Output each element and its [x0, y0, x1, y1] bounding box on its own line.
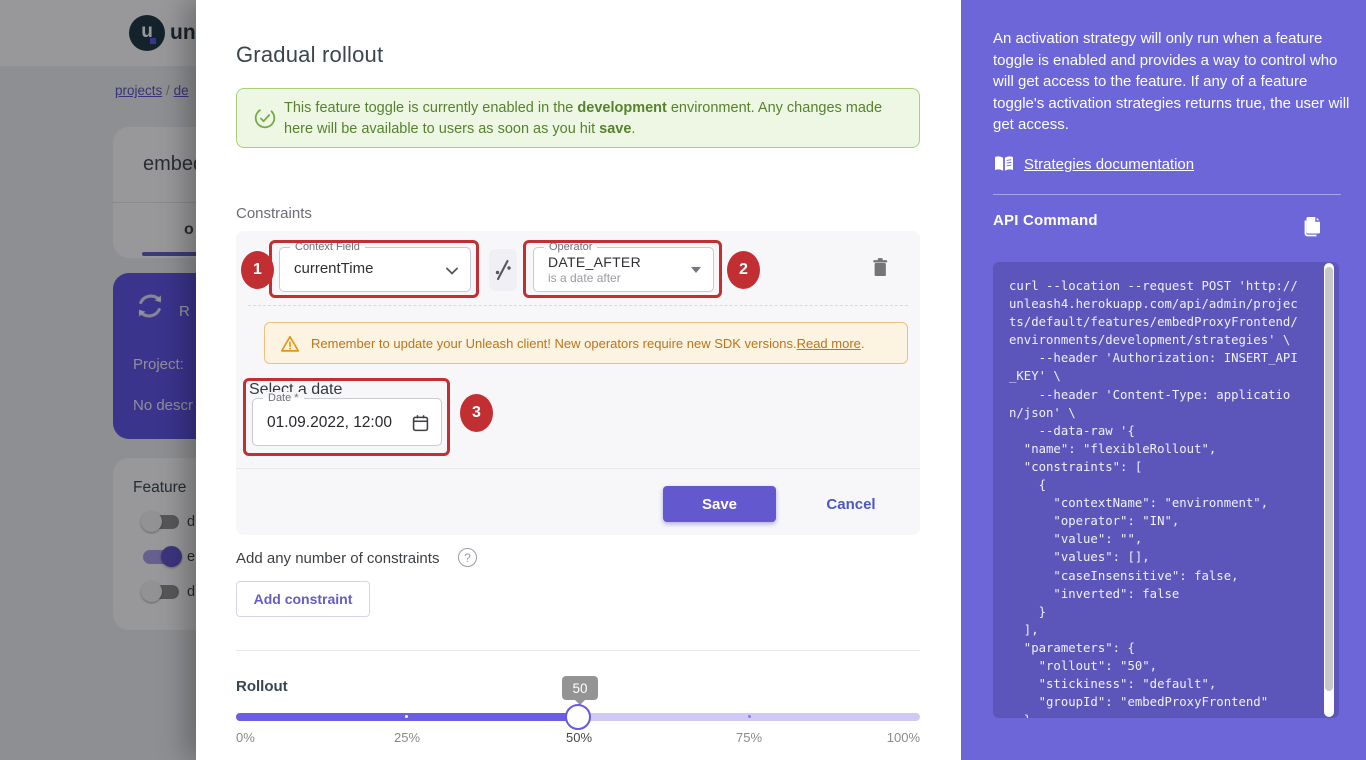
panel-divider: [993, 194, 1341, 195]
context-field-label: Context Field: [290, 241, 365, 253]
add-constraints-hint: Add any number of constraints: [236, 550, 439, 567]
operator-label: Operator: [544, 241, 597, 253]
strategy-description: An activation strategy will only run whe…: [993, 28, 1351, 136]
copy-api-command-button[interactable]: [1301, 214, 1323, 243]
read-more-link[interactable]: Read more: [797, 336, 861, 351]
operator-select[interactable]: Operator DATE_AFTER is a date after: [533, 247, 714, 292]
rollout-slider-thumb[interactable]: [565, 704, 591, 730]
api-command-heading: API Command: [993, 212, 1098, 229]
strategy-help-panel: An activation strategy will only run whe…: [961, 0, 1366, 760]
rollout-divider: [236, 650, 920, 651]
check-circle-icon: [253, 106, 277, 130]
operator-value: DATE_AFTER: [548, 254, 641, 270]
screen: un projects / de embed o R Project: No d…: [0, 0, 1366, 760]
context-field-value: currentTime: [294, 260, 373, 277]
strategy-editor-modal: Gradual rollout This feature toggle is c…: [196, 0, 961, 760]
api-command-code: curl --location --request POST 'http:// …: [993, 262, 1339, 718]
save-button[interactable]: Save: [663, 486, 776, 522]
cancel-button[interactable]: Cancel: [813, 486, 889, 522]
date-input-label: Date *: [263, 392, 304, 404]
slider-tick-0: 0%: [236, 730, 255, 745]
slider-mark-25: [405, 715, 408, 718]
caret-down-icon: [691, 267, 701, 273]
delete-constraint-button[interactable]: [864, 249, 896, 285]
success-alert: This feature toggle is currently enabled…: [236, 88, 920, 148]
sdk-warning-text: Remember to update your Unleash client! …: [311, 323, 865, 363]
help-icon[interactable]: [458, 548, 477, 567]
constraint-divider: [248, 305, 908, 306]
curl-command-text: curl --location --request POST 'http:// …: [1009, 277, 1323, 718]
invert-constraint-button[interactable]: [489, 249, 517, 291]
slider-tick-75: 75%: [736, 730, 762, 745]
code-scrollbar-thumb[interactable]: [1325, 267, 1333, 691]
book-icon: [993, 155, 1015, 173]
chevron-down-icon: [446, 267, 458, 275]
context-field-select[interactable]: Context Field currentTime: [279, 247, 471, 292]
strategies-documentation-link[interactable]: Strategies documentation: [1024, 156, 1194, 173]
add-constraint-button[interactable]: Add constraint: [236, 581, 370, 617]
page-title: Gradual rollout: [236, 42, 383, 68]
sdk-warning-alert: Remember to update your Unleash client! …: [264, 322, 908, 364]
date-input-value: 01.09.2022, 12:00: [267, 414, 392, 432]
footer-divider: [236, 468, 920, 469]
slider-tick-25: 25%: [394, 730, 420, 745]
docs-link-row: Strategies documentation: [993, 153, 1194, 175]
success-alert-text: This feature toggle is currently enabled…: [284, 98, 914, 139]
operator-description: is a date after: [548, 271, 621, 285]
calendar-icon[interactable]: [411, 413, 430, 433]
warning-triangle-icon: [279, 333, 301, 355]
trash-icon: [871, 256, 889, 279]
rollout-label: Rollout: [236, 678, 288, 695]
slider-value-tooltip: 50: [562, 676, 598, 700]
slider-tick-50: 50%: [566, 730, 592, 745]
copy-icon: [1301, 214, 1323, 238]
negate-slash-icon: [491, 256, 515, 284]
constraints-section-label: Constraints: [236, 205, 312, 222]
date-input[interactable]: Date * 01.09.2022, 12:00: [252, 398, 442, 446]
slider-mark-75: [748, 715, 751, 718]
modal-backdrop[interactable]: [0, 0, 196, 760]
constraint-editor: Context Field currentTime Operator DATE_…: [236, 231, 920, 535]
slider-tick-100: 100%: [887, 730, 920, 745]
